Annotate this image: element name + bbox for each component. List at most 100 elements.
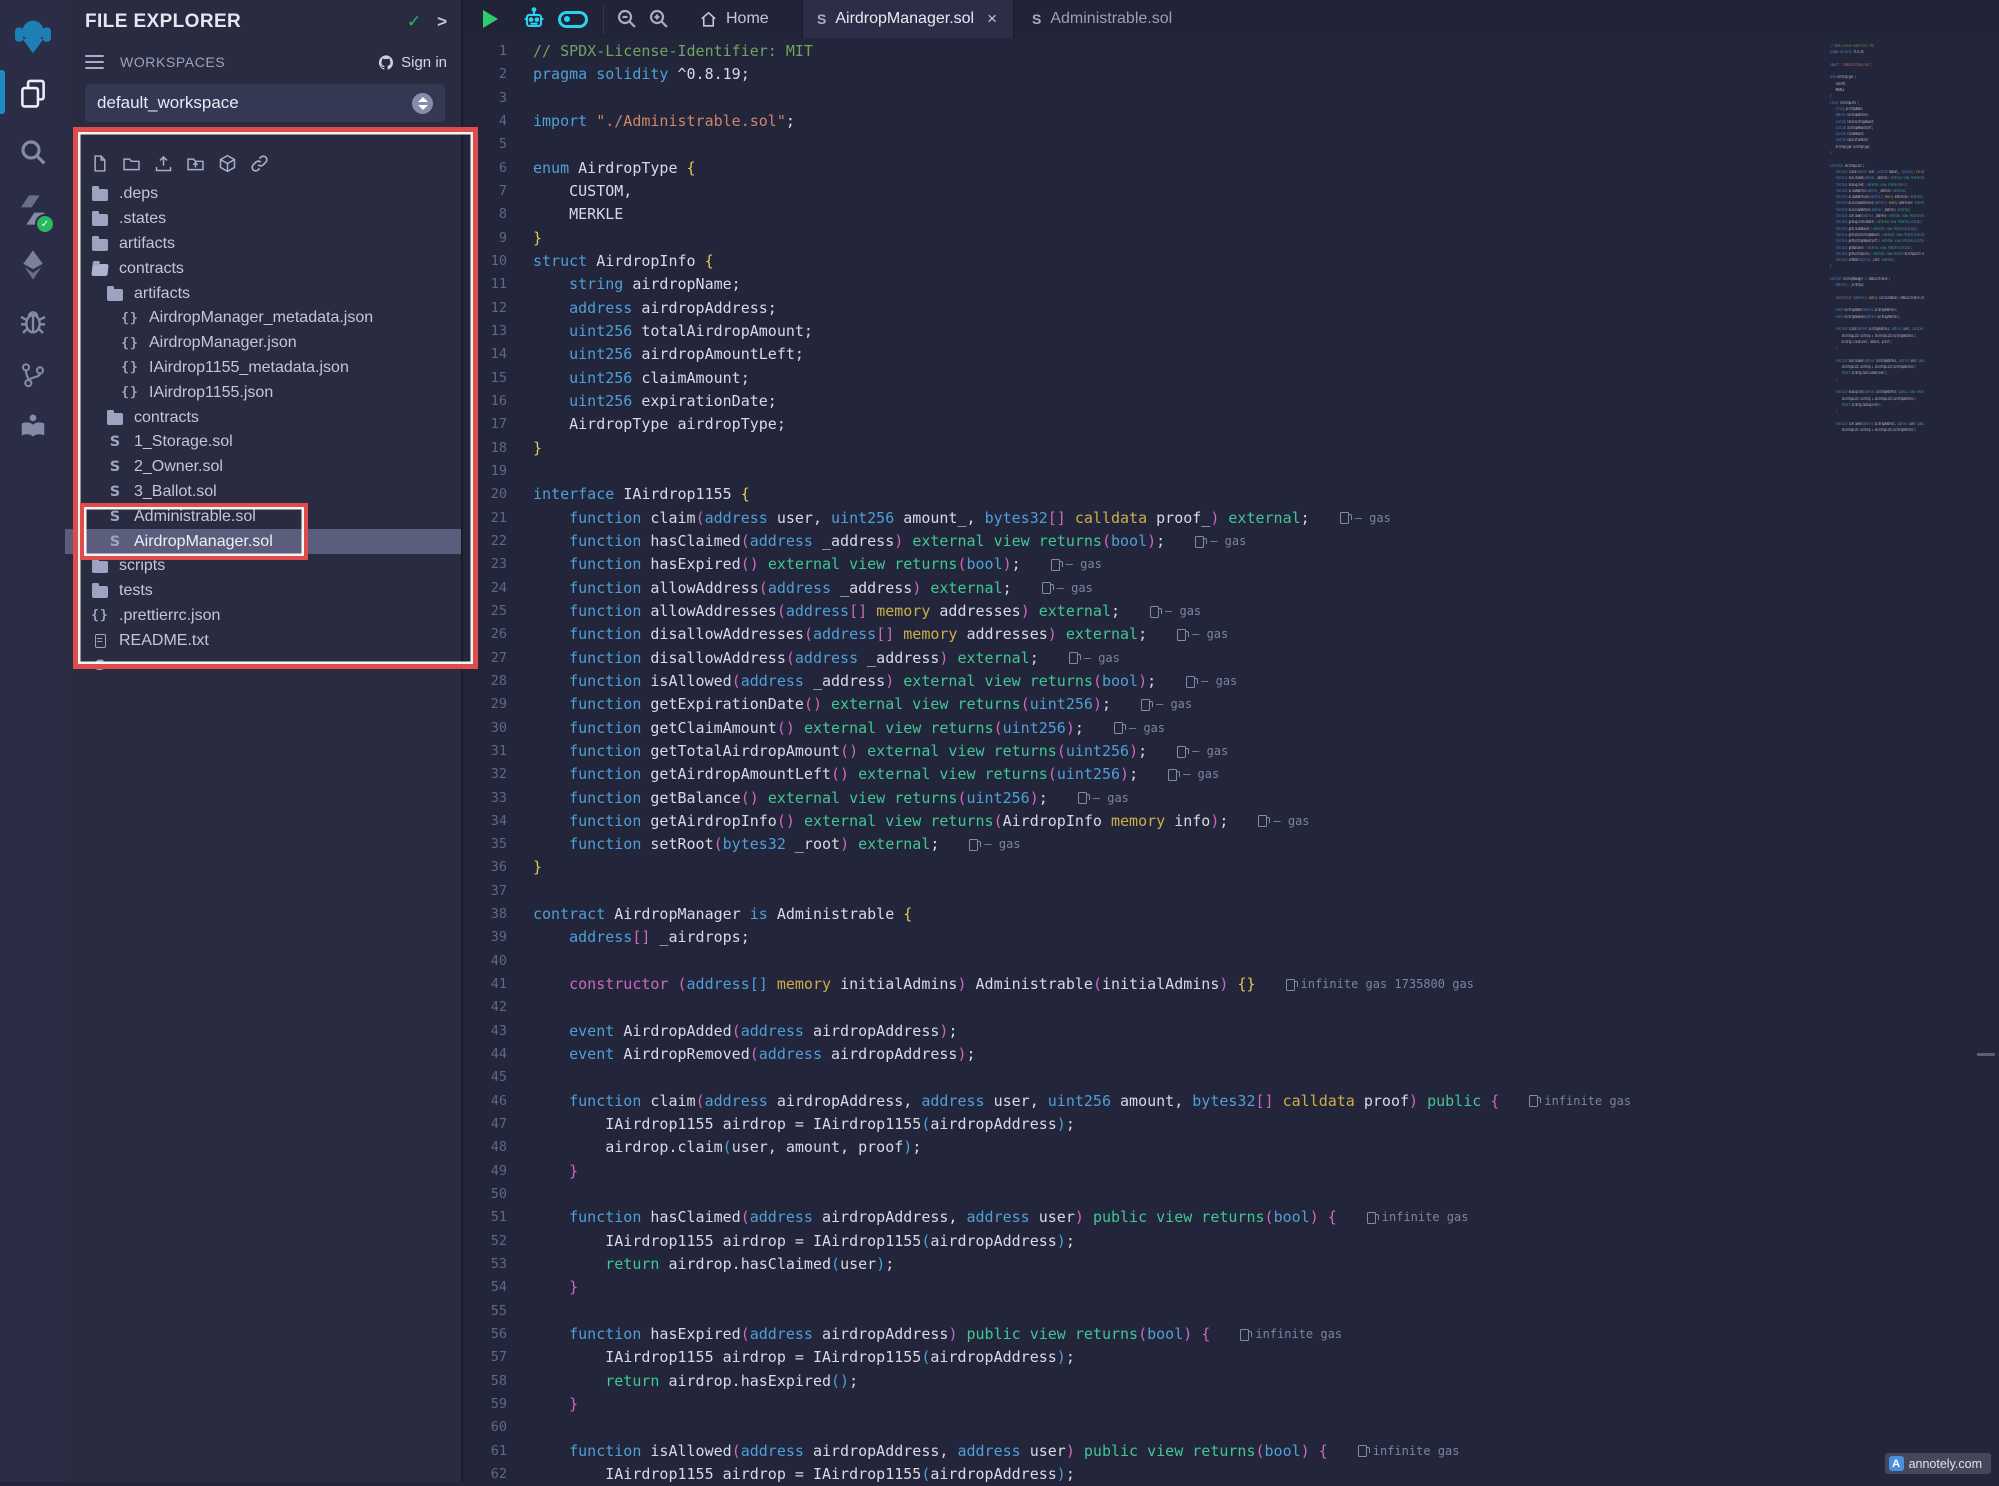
code-line[interactable]: 8 MERKLE	[463, 203, 1829, 226]
tree-item-partial[interactable]: S	[65, 653, 461, 678]
zoom-out-button[interactable]	[615, 0, 639, 38]
tree-item-scripts[interactable]: scripts	[65, 554, 461, 579]
code-line[interactable]: 10struct AirdropInfo {	[463, 250, 1829, 273]
tree-item-AirdropManager_metadata.json[interactable]: {}AirdropManager_metadata.json	[65, 306, 461, 331]
code-line[interactable]: 27 function disallowAddress(address _add…	[463, 647, 1829, 670]
code-line[interactable]: 23 function hasExpired() external view r…	[463, 553, 1829, 576]
code-line[interactable]: 53 return airdrop.hasClaimed(user);	[463, 1253, 1829, 1276]
code-line[interactable]: 2pragma solidity ^0.8.19;	[463, 63, 1829, 86]
debugger-bug-icon[interactable]	[0, 302, 65, 340]
code-line[interactable]: 51 function hasClaimed(address airdropAd…	[463, 1206, 1829, 1229]
upload-folder-icon[interactable]	[185, 153, 206, 174]
hamburger-menu-icon[interactable]	[85, 61, 104, 64]
code-line[interactable]: 30 function getClaimAmount() external vi…	[463, 717, 1829, 740]
tree-item-.states[interactable]: .states	[65, 207, 461, 232]
tab-administrable-sol[interactable]: S Administrable.sol	[1018, 0, 1188, 38]
code-line[interactable]: 50	[463, 1183, 1829, 1206]
code-line[interactable]: 24 function allowAddress(address _addres…	[463, 577, 1829, 600]
code-line[interactable]: 21 function claim(address user, uint256 …	[463, 507, 1829, 530]
ai-toggle[interactable]	[558, 0, 588, 38]
new-file-icon[interactable]	[89, 153, 110, 174]
code-line[interactable]: 4import "./Administrable.sol";	[463, 110, 1829, 133]
code-line[interactable]: 47 IAirdrop1155 airdrop = IAirdrop1155(a…	[463, 1113, 1829, 1136]
remix-logo-icon[interactable]	[0, 10, 65, 62]
code-line[interactable]: 43 event AirdropAdded(address airdropAdd…	[463, 1020, 1829, 1043]
code-line[interactable]: 59 }	[463, 1393, 1829, 1416]
code-line[interactable]: 5	[463, 133, 1829, 156]
workspace-select[interactable]: default_workspace	[85, 84, 445, 122]
code-line[interactable]: 42	[463, 996, 1829, 1019]
tree-item-.prettierrc.json[interactable]: {}.prettierrc.json	[65, 604, 461, 629]
tree-item-contracts[interactable]: contracts	[65, 405, 461, 430]
code-line[interactable]: 22 function hasClaimed(address _address)…	[463, 530, 1829, 553]
code-line[interactable]: 44 event AirdropRemoved(address airdropA…	[463, 1043, 1829, 1066]
tree-item-1_Storage.sol[interactable]: S1_Storage.sol	[65, 430, 461, 455]
chevron-right-icon[interactable]: >	[437, 12, 447, 32]
tree-item-AirdropManager.sol[interactable]: SAirdropManager.sol	[65, 529, 461, 554]
tab-airdropmanager-sol[interactable]: S AirdropManager.sol ×	[802, 0, 1014, 38]
tree-item-IAirdrop1155_metadata.json[interactable]: {}IAirdrop1155_metadata.json	[65, 356, 461, 381]
code-line[interactable]: 13 uint256 totalAirdropAmount;	[463, 320, 1829, 343]
close-tab-icon[interactable]: ×	[987, 9, 997, 29]
workspace-sort-icon[interactable]	[412, 93, 433, 114]
tree-item-tests[interactable]: tests	[65, 579, 461, 604]
code-line[interactable]: 9}	[463, 227, 1829, 250]
github-sign-in[interactable]: Sign in	[377, 54, 447, 71]
zoom-in-button[interactable]	[647, 0, 671, 38]
code-line[interactable]: 3	[463, 87, 1829, 110]
tree-item-AirdropManager.json[interactable]: {}AirdropManager.json	[65, 331, 461, 356]
tree-item-3_Ballot.sol[interactable]: S3_Ballot.sol	[65, 480, 461, 505]
code-line[interactable]: 34 function getAirdropInfo() external vi…	[463, 810, 1829, 833]
code-line[interactable]: 48 airdrop.claim(user, amount, proof);	[463, 1136, 1829, 1159]
code-line[interactable]: 57 IAirdrop1155 airdrop = IAirdrop1155(a…	[463, 1346, 1829, 1369]
code-line[interactable]: 1// SPDX-License-Identifier: MIT	[463, 40, 1829, 63]
code-line[interactable]: 61 function isAllowed(address airdropAdd…	[463, 1440, 1829, 1463]
upload-file-icon[interactable]	[153, 153, 174, 174]
minimap[interactable]: // SPDX-License-Identifier: MITpragma so…	[1830, 44, 1925, 444]
code-line[interactable]: 41 constructor (address[] memory initial…	[463, 973, 1829, 996]
tree-item-README.txt[interactable]: README.txt	[65, 628, 461, 653]
link-icon[interactable]	[249, 153, 270, 174]
tree-item-artifacts[interactable]: artifacts	[65, 281, 461, 306]
code-line[interactable]: 39 address[] _airdrops;	[463, 926, 1829, 949]
code-line[interactable]: 20interface IAirdrop1155 {	[463, 483, 1829, 506]
code-line[interactable]: 28 function isAllowed(address _address) …	[463, 670, 1829, 693]
code-line[interactable]: 55	[463, 1300, 1829, 1323]
code-line[interactable]: 37	[463, 880, 1829, 903]
tree-item-artifacts[interactable]: artifacts	[65, 232, 461, 257]
code-line[interactable]: 58 return airdrop.hasExpired();	[463, 1370, 1829, 1393]
file-explorer-icon[interactable]	[0, 74, 65, 112]
code-line[interactable]: 17 AirdropType airdropType;	[463, 413, 1829, 436]
code-line[interactable]: 60	[463, 1416, 1829, 1439]
tab-home[interactable]: Home	[699, 0, 769, 38]
code-line[interactable]: 12 address airdropAddress;	[463, 297, 1829, 320]
code-line[interactable]: 14 uint256 airdropAmountLeft;	[463, 343, 1829, 366]
scrollbar-thumb[interactable]	[1977, 1053, 1995, 1056]
code-line[interactable]: 19	[463, 460, 1829, 483]
learn-book-icon[interactable]	[0, 408, 65, 444]
code-line[interactable]: 25 function allowAddresses(address[] mem…	[463, 600, 1829, 623]
tree-item-.deps[interactable]: .deps	[65, 182, 461, 207]
tree-item-IAirdrop1155.json[interactable]: {}IAirdrop1155.json	[65, 380, 461, 405]
code-line[interactable]: 54 }	[463, 1276, 1829, 1299]
code-line[interactable]: 11 string airdropName;	[463, 273, 1829, 296]
tree-item-Administrable.sol[interactable]: SAdministrable.sol	[65, 504, 461, 529]
ai-assistant-button[interactable]	[520, 0, 548, 38]
new-folder-icon[interactable]	[121, 153, 142, 174]
code-line[interactable]: 52 IAirdrop1155 airdrop = IAirdrop1155(a…	[463, 1230, 1829, 1253]
tree-item-2_Owner.sol[interactable]: S2_Owner.sol	[65, 455, 461, 480]
code-line[interactable]: 6enum AirdropType {	[463, 157, 1829, 180]
publish-ipfs-cube-icon[interactable]	[217, 153, 238, 174]
code-line[interactable]: 46 function claim(address airdropAddress…	[463, 1090, 1829, 1113]
code-line[interactable]: 62 IAirdrop1155 airdrop = IAirdrop1155(a…	[463, 1463, 1829, 1486]
code-line[interactable]: 29 function getExpirationDate() external…	[463, 693, 1829, 716]
code-line[interactable]: 7 CUSTOM,	[463, 180, 1829, 203]
code-line[interactable]: 38contract AirdropManager is Administrab…	[463, 903, 1829, 926]
solidity-compiler-icon[interactable]: ✓	[0, 190, 65, 230]
code-line[interactable]: 31 function getTotalAirdropAmount() exte…	[463, 740, 1829, 763]
code-line[interactable]: 36}	[463, 856, 1829, 879]
code-line[interactable]: 35 function setRoot(bytes32 _root) exter…	[463, 833, 1829, 856]
run-script-button[interactable]	[483, 0, 498, 38]
code-line[interactable]: 18}	[463, 437, 1829, 460]
code-line[interactable]: 56 function hasExpired(address airdropAd…	[463, 1323, 1829, 1346]
